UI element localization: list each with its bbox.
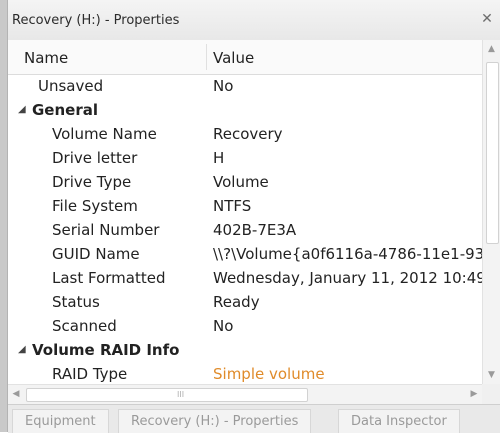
property-value: H: [213, 149, 225, 167]
collapse-arrow-icon[interactable]: ◢: [18, 344, 26, 355]
property-category[interactable]: ◢ General: [8, 98, 482, 122]
scroll-up-icon[interactable]: ▲: [483, 40, 500, 58]
tab-data-inspector[interactable]: Data Inspector: [338, 409, 460, 433]
column-header-value[interactable]: Value: [213, 49, 254, 67]
property-value: Recovery: [213, 125, 283, 143]
property-row[interactable]: File System NTFS: [8, 194, 482, 218]
scroll-left-icon[interactable]: ◀: [8, 385, 24, 404]
scroll-right-icon[interactable]: ▶: [466, 385, 482, 404]
property-name: GUID Name: [52, 245, 140, 263]
property-grid: Unsaved No ◢ General Volume Name Recovery Driv…: [8, 74, 482, 384]
property-row[interactable]: Scanned No: [8, 314, 482, 338]
collapse-arrow-icon[interactable]: ◢: [18, 104, 26, 115]
property-row[interactable]: Serial Number 402B-7E3A: [8, 218, 482, 242]
property-row[interactable]: Unsaved No: [8, 74, 482, 98]
document-tab-bar: Equipment Recovery (H:) - Properties Dat…: [8, 404, 500, 433]
column-header-name[interactable]: Name: [24, 49, 68, 67]
property-name: Volume Name: [52, 125, 157, 143]
tab-recovery-properties[interactable]: Recovery (H:) - Properties: [118, 409, 312, 433]
category-label: General: [32, 101, 98, 119]
property-row[interactable]: Drive Type Volume: [8, 170, 482, 194]
column-header: Name Value: [8, 40, 482, 75]
horizontal-scrollbar[interactable]: ◀ III ▶: [8, 384, 482, 404]
property-row[interactable]: Last Formatted Wednesday, January 11, 201…: [8, 266, 482, 290]
property-row[interactable]: GUID Name \\?\Volume{a0f6116a-4786-11e1-9…: [8, 242, 482, 266]
close-icon[interactable]: ✕: [478, 10, 496, 28]
panel-titlebar: Recovery (H:) - Properties ✕: [8, 0, 500, 41]
property-value: \\?\Volume{a0f6116a-4786-11e1-935: [213, 245, 482, 263]
property-value: Ready: [213, 293, 260, 311]
property-value: Simple volume: [213, 365, 325, 383]
vertical-scrollbar[interactable]: ▲ ▼: [482, 40, 500, 384]
property-value: No: [213, 77, 234, 95]
property-name: File System: [52, 197, 138, 215]
property-name: Status: [52, 293, 100, 311]
property-value: 402B-7E3A: [213, 221, 297, 239]
property-name: Drive Type: [52, 173, 132, 191]
property-name: Unsaved: [38, 77, 104, 95]
property-name: RAID Type: [52, 365, 128, 383]
property-value: No: [213, 317, 234, 335]
column-divider[interactable]: [206, 44, 207, 70]
vertical-scroll-thumb[interactable]: [486, 62, 499, 244]
horizontal-scroll-thumb[interactable]: III: [26, 388, 308, 402]
properties-panel: Recovery (H:) - Properties ✕ Name Value …: [8, 0, 500, 404]
scroll-grip-icon: III: [177, 390, 185, 399]
category-label: Volume RAID Info: [32, 341, 180, 359]
property-row[interactable]: Drive letter H: [8, 146, 482, 170]
property-name: Drive letter: [52, 149, 138, 167]
window-frame-left: [0, 0, 8, 432]
property-value: Volume: [213, 173, 269, 191]
property-value: NTFS: [213, 197, 252, 215]
tab-equipment[interactable]: Equipment: [12, 409, 109, 433]
property-category[interactable]: ◢ Volume RAID Info: [8, 338, 482, 362]
property-row[interactable]: Status Ready: [8, 290, 482, 314]
scroll-down-icon[interactable]: ▼: [483, 366, 500, 384]
property-value: Wednesday, January 11, 2012 10:49:5: [213, 269, 482, 287]
property-name: Scanned: [52, 317, 117, 335]
panel-title: Recovery (H:) - Properties: [12, 13, 180, 28]
property-row[interactable]: Volume Name Recovery: [8, 122, 482, 146]
property-row[interactable]: RAID Type Simple volume: [8, 362, 482, 384]
property-name: Serial Number: [52, 221, 160, 239]
property-name: Last Formatted: [52, 269, 166, 287]
scrollbar-corner: [482, 384, 500, 404]
